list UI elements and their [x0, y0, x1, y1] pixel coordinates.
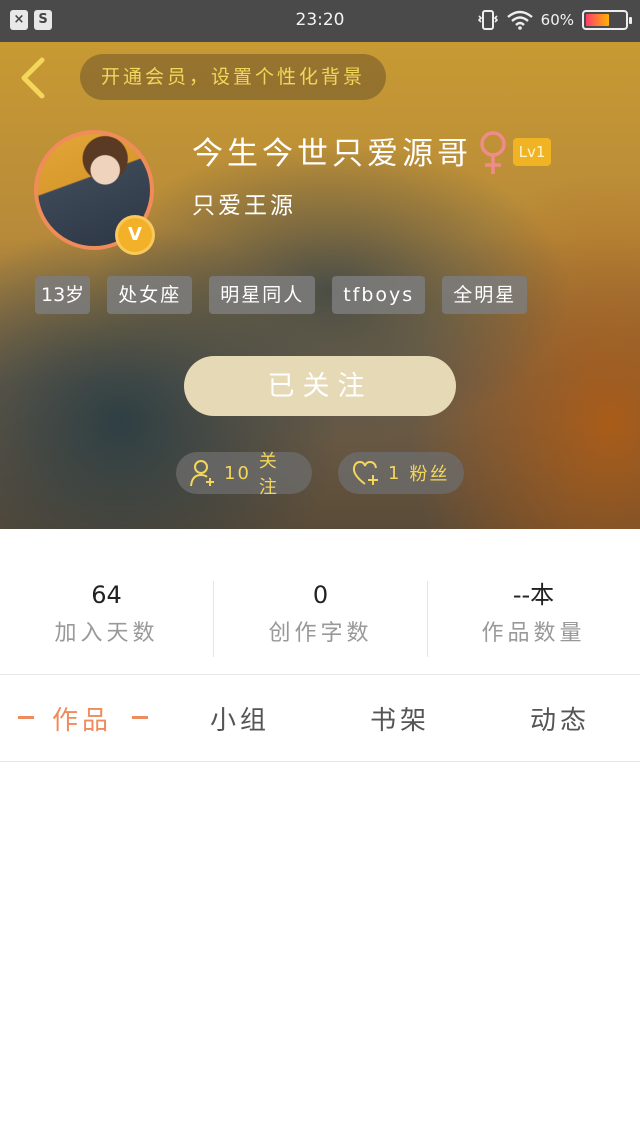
tag-group: tfboys: [332, 276, 426, 314]
fans-button[interactable]: 1 粉丝: [338, 452, 464, 494]
verified-badge: V: [118, 218, 152, 252]
tag-list: 13岁 处女座 明星同人 tfboys 全明星: [35, 276, 528, 314]
back-arrow-icon[interactable]: [14, 56, 54, 100]
heart-plus-icon: [352, 460, 378, 485]
profile-header: 开通会员，设置个性化背景 V 今生今世只爱源哥 Lv1 只爱王源 13岁 处女座…: [0, 42, 640, 529]
vip-banner-button[interactable]: 开通会员，设置个性化背景: [80, 54, 386, 100]
status-icons: 60%: [477, 9, 632, 31]
following-count: 10: [224, 462, 251, 484]
stat-value: 0: [312, 581, 329, 609]
stat-value: 64: [91, 581, 122, 609]
stat-works-count: --本 作品数量: [427, 579, 640, 647]
tab-bar: 作品 小组 书架 动态: [0, 676, 640, 762]
stat-label: 加入天数: [54, 621, 159, 646]
following-button[interactable]: 10 关注: [176, 451, 312, 498]
status-bar: × S 23:20 60%: [0, 0, 640, 42]
stat-word-count: 0 创作字数: [214, 579, 427, 647]
vibrate-icon: [477, 10, 498, 30]
username: 今生今世只爱源哥: [192, 136, 472, 172]
tab-works[interactable]: 作品: [52, 700, 112, 737]
battery-level: [586, 14, 609, 26]
tab-bookshelf[interactable]: 书架: [370, 700, 430, 737]
active-tab-indicator-left: [18, 716, 34, 719]
battery-icon: [582, 10, 632, 30]
tag-stars: 全明星: [442, 276, 528, 314]
tag-category: 明星同人: [209, 276, 316, 314]
active-tab-indicator-right: [132, 716, 148, 719]
fans-count: 1: [388, 462, 402, 484]
tag-zodiac: 处女座: [107, 276, 193, 314]
tag-age: 13岁: [35, 276, 91, 314]
level-badge: Lv1: [513, 138, 551, 166]
following-label: 关注: [258, 451, 279, 498]
stats-section: 64 加入天数 0 创作字数 --本 作品数量: [0, 529, 640, 675]
bio: 只爱王源: [192, 193, 296, 219]
fans-label: 粉丝: [409, 464, 450, 485]
stat-value: --本: [512, 581, 555, 609]
tab-groups[interactable]: 小组: [210, 700, 270, 737]
stat-label: 创作字数: [268, 621, 373, 646]
wifi-icon: [506, 10, 533, 30]
tab-activity[interactable]: 动态: [530, 700, 590, 737]
stat-join-days: 64 加入天数: [0, 579, 213, 647]
battery-percent: 60%: [540, 11, 574, 29]
add-user-icon: [190, 460, 214, 487]
followed-button[interactable]: 已关注: [184, 356, 456, 416]
stat-label: 作品数量: [481, 621, 586, 646]
female-gender-icon: [480, 131, 506, 174]
tab-content-area: [0, 763, 640, 1138]
